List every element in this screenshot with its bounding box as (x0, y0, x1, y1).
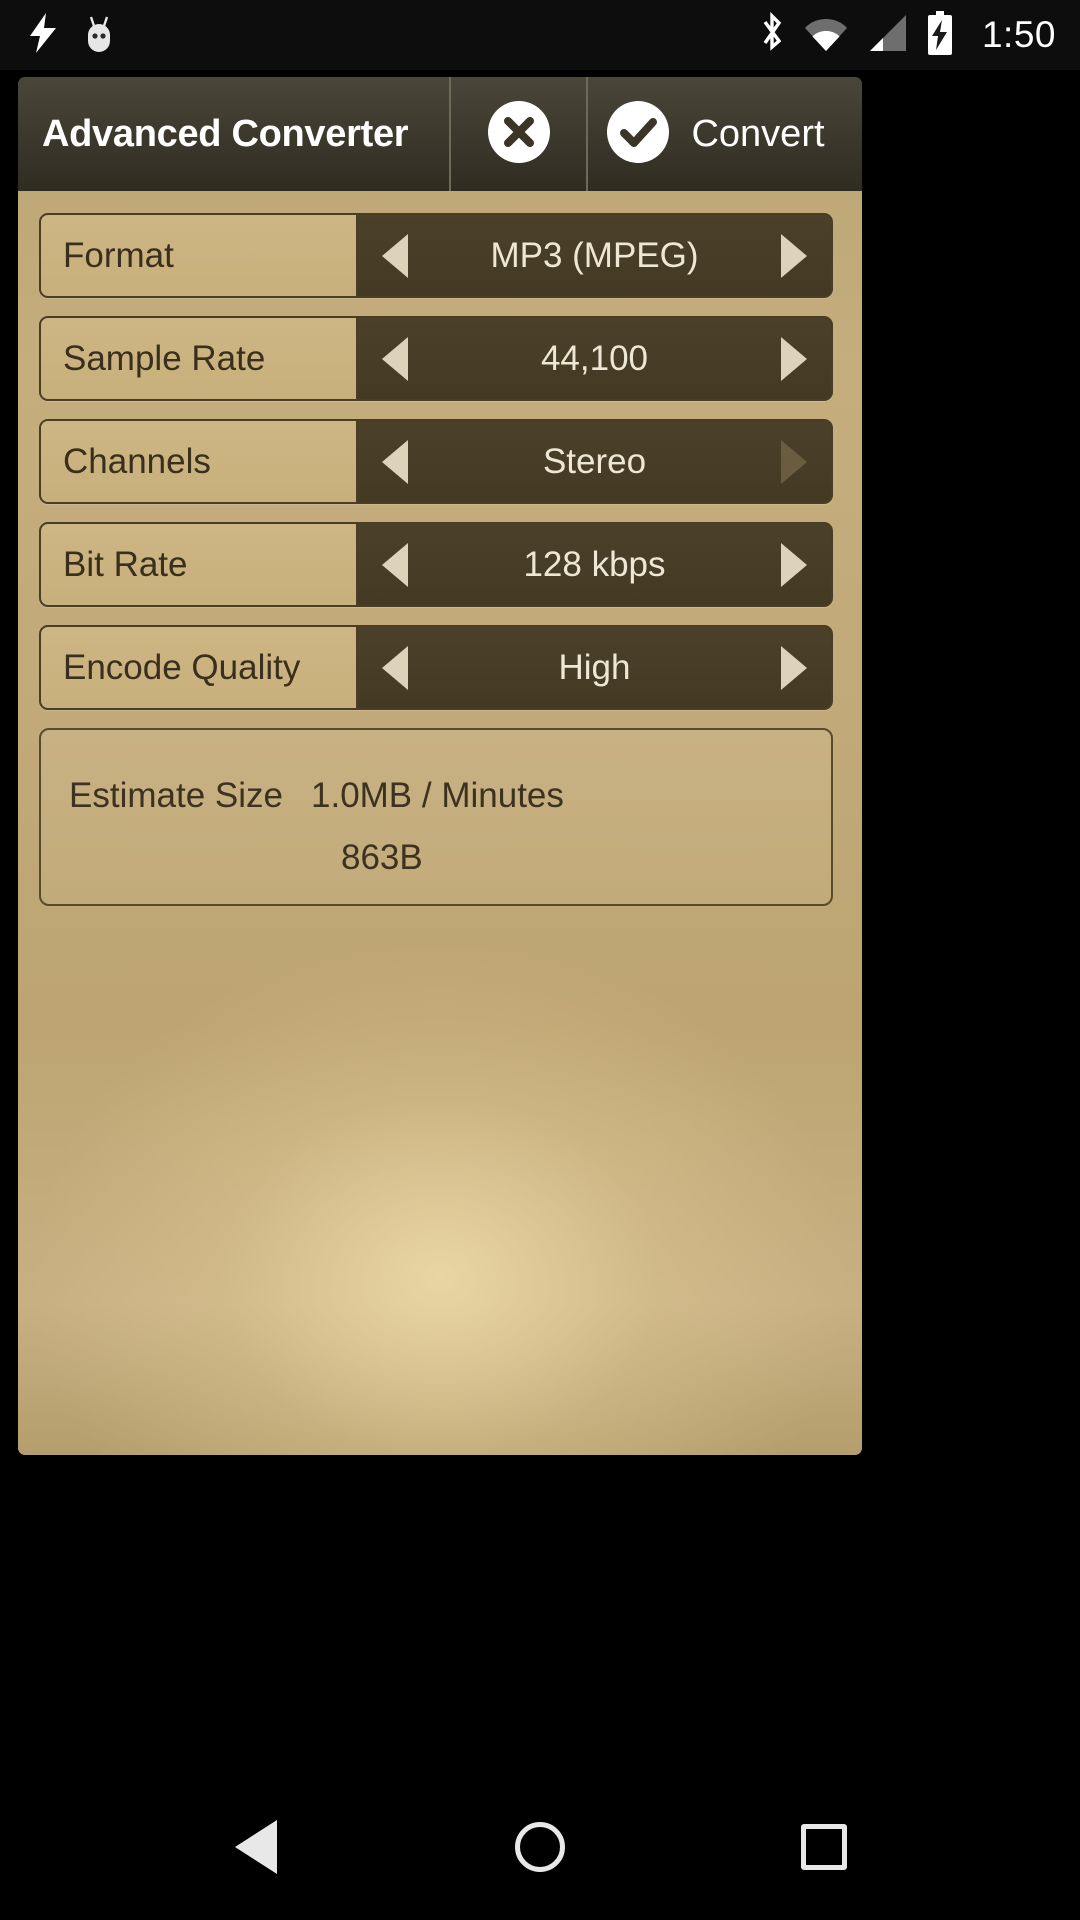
setting-label-text: Encode Quality (63, 647, 301, 687)
prev-arrow-bit-rate[interactable] (358, 524, 432, 605)
estimate-size-value-primary: 1.0MB / Minutes (311, 776, 564, 815)
setting-label-format: Format (41, 215, 358, 296)
setting-control-format: MP3 (MPEG) (358, 215, 831, 296)
setting-value-format: MP3 (MPEG) (490, 235, 699, 275)
setting-label-text: Format (63, 235, 174, 275)
next-arrow-channels (757, 421, 831, 502)
setting-value-channels: Stereo (542, 441, 647, 481)
next-arrow-bit-rate[interactable] (757, 524, 831, 605)
setting-value-encode-quality: High (558, 647, 631, 687)
setting-control-sample-rate: 44,100 (358, 318, 831, 399)
app-window: Advanced Converter Convert Format MP3 (M… (18, 77, 862, 1455)
page-title: Advanced Converter (42, 112, 409, 155)
next-arrow-encode-quality[interactable] (757, 627, 831, 708)
setting-label-encode-quality: Encode Quality (41, 627, 358, 708)
estimate-size-line-1: Estimate Size 1.0MB / Minutes (41, 776, 831, 816)
battery-charging-icon (926, 10, 954, 60)
cyanogenmod-android-icon (82, 12, 116, 59)
charging-bolt-icon (30, 12, 56, 58)
estimate-size-label: Estimate Size (69, 776, 283, 815)
setting-value-bit-rate: 128 kbps (523, 544, 666, 584)
setting-row-sample-rate[interactable]: Sample Rate 44,100 (39, 316, 833, 401)
setting-label-bit-rate: Bit Rate (41, 524, 358, 605)
next-arrow-format[interactable] (757, 215, 831, 296)
cellular-signal-icon (866, 13, 908, 58)
setting-label-text: Sample Rate (63, 338, 266, 378)
screen-background-filler (0, 1455, 1080, 1774)
setting-control-channels: Stereo (358, 421, 831, 502)
navigation-bar (0, 1774, 1080, 1920)
app-title-container: Advanced Converter (18, 77, 451, 191)
check-circle-icon (607, 100, 670, 168)
home-icon (515, 1822, 565, 1872)
setting-row-encode-quality[interactable]: Encode Quality High (39, 625, 833, 710)
setting-label-text: Bit Rate (63, 544, 188, 584)
setting-label-sample-rate: Sample Rate (41, 318, 358, 399)
prev-arrow-sample-rate[interactable] (358, 318, 432, 399)
setting-control-encode-quality: High (358, 627, 831, 708)
setting-label-text: Channels (63, 441, 211, 481)
setting-control-bit-rate: 128 kbps (358, 524, 831, 605)
setting-label-channels: Channels (41, 421, 358, 502)
status-bar: 1:50 (0, 0, 1080, 70)
estimate-size-value-secondary: 863B (341, 838, 423, 877)
recents-icon (801, 1824, 847, 1870)
bluetooth-icon (759, 11, 786, 59)
next-arrow-sample-rate[interactable] (757, 318, 831, 399)
prev-arrow-format[interactable] (358, 215, 432, 296)
convert-button[interactable]: Convert (588, 77, 862, 191)
cancel-button[interactable] (451, 77, 588, 191)
wifi-icon (804, 13, 848, 58)
settings-panel: Format MP3 (MPEG) Sample Rate 44,100 Cha… (18, 191, 862, 1455)
status-bar-left-icons (0, 12, 116, 59)
prev-arrow-encode-quality[interactable] (358, 627, 432, 708)
estimate-size-box: Estimate Size 1.0MB / Minutes 863B (39, 728, 833, 906)
setting-row-channels[interactable]: Channels Stereo (39, 419, 833, 504)
setting-value-sample-rate: 44,100 (540, 338, 649, 378)
nav-home-button[interactable] (495, 1802, 585, 1892)
convert-button-label: Convert (691, 112, 825, 155)
nav-back-button[interactable] (211, 1802, 301, 1892)
setting-row-bit-rate[interactable]: Bit Rate 128 kbps (39, 522, 833, 607)
prev-arrow-channels[interactable] (358, 421, 432, 502)
nav-recents-button[interactable] (779, 1802, 869, 1892)
close-circle-icon (487, 100, 550, 168)
action-bar: Advanced Converter Convert (18, 77, 862, 191)
setting-row-format[interactable]: Format MP3 (MPEG) (39, 213, 833, 298)
back-icon (235, 1820, 277, 1874)
status-bar-clock: 1:50 (981, 14, 1056, 55)
status-bar-right-icons: 1:50 (759, 10, 1080, 60)
